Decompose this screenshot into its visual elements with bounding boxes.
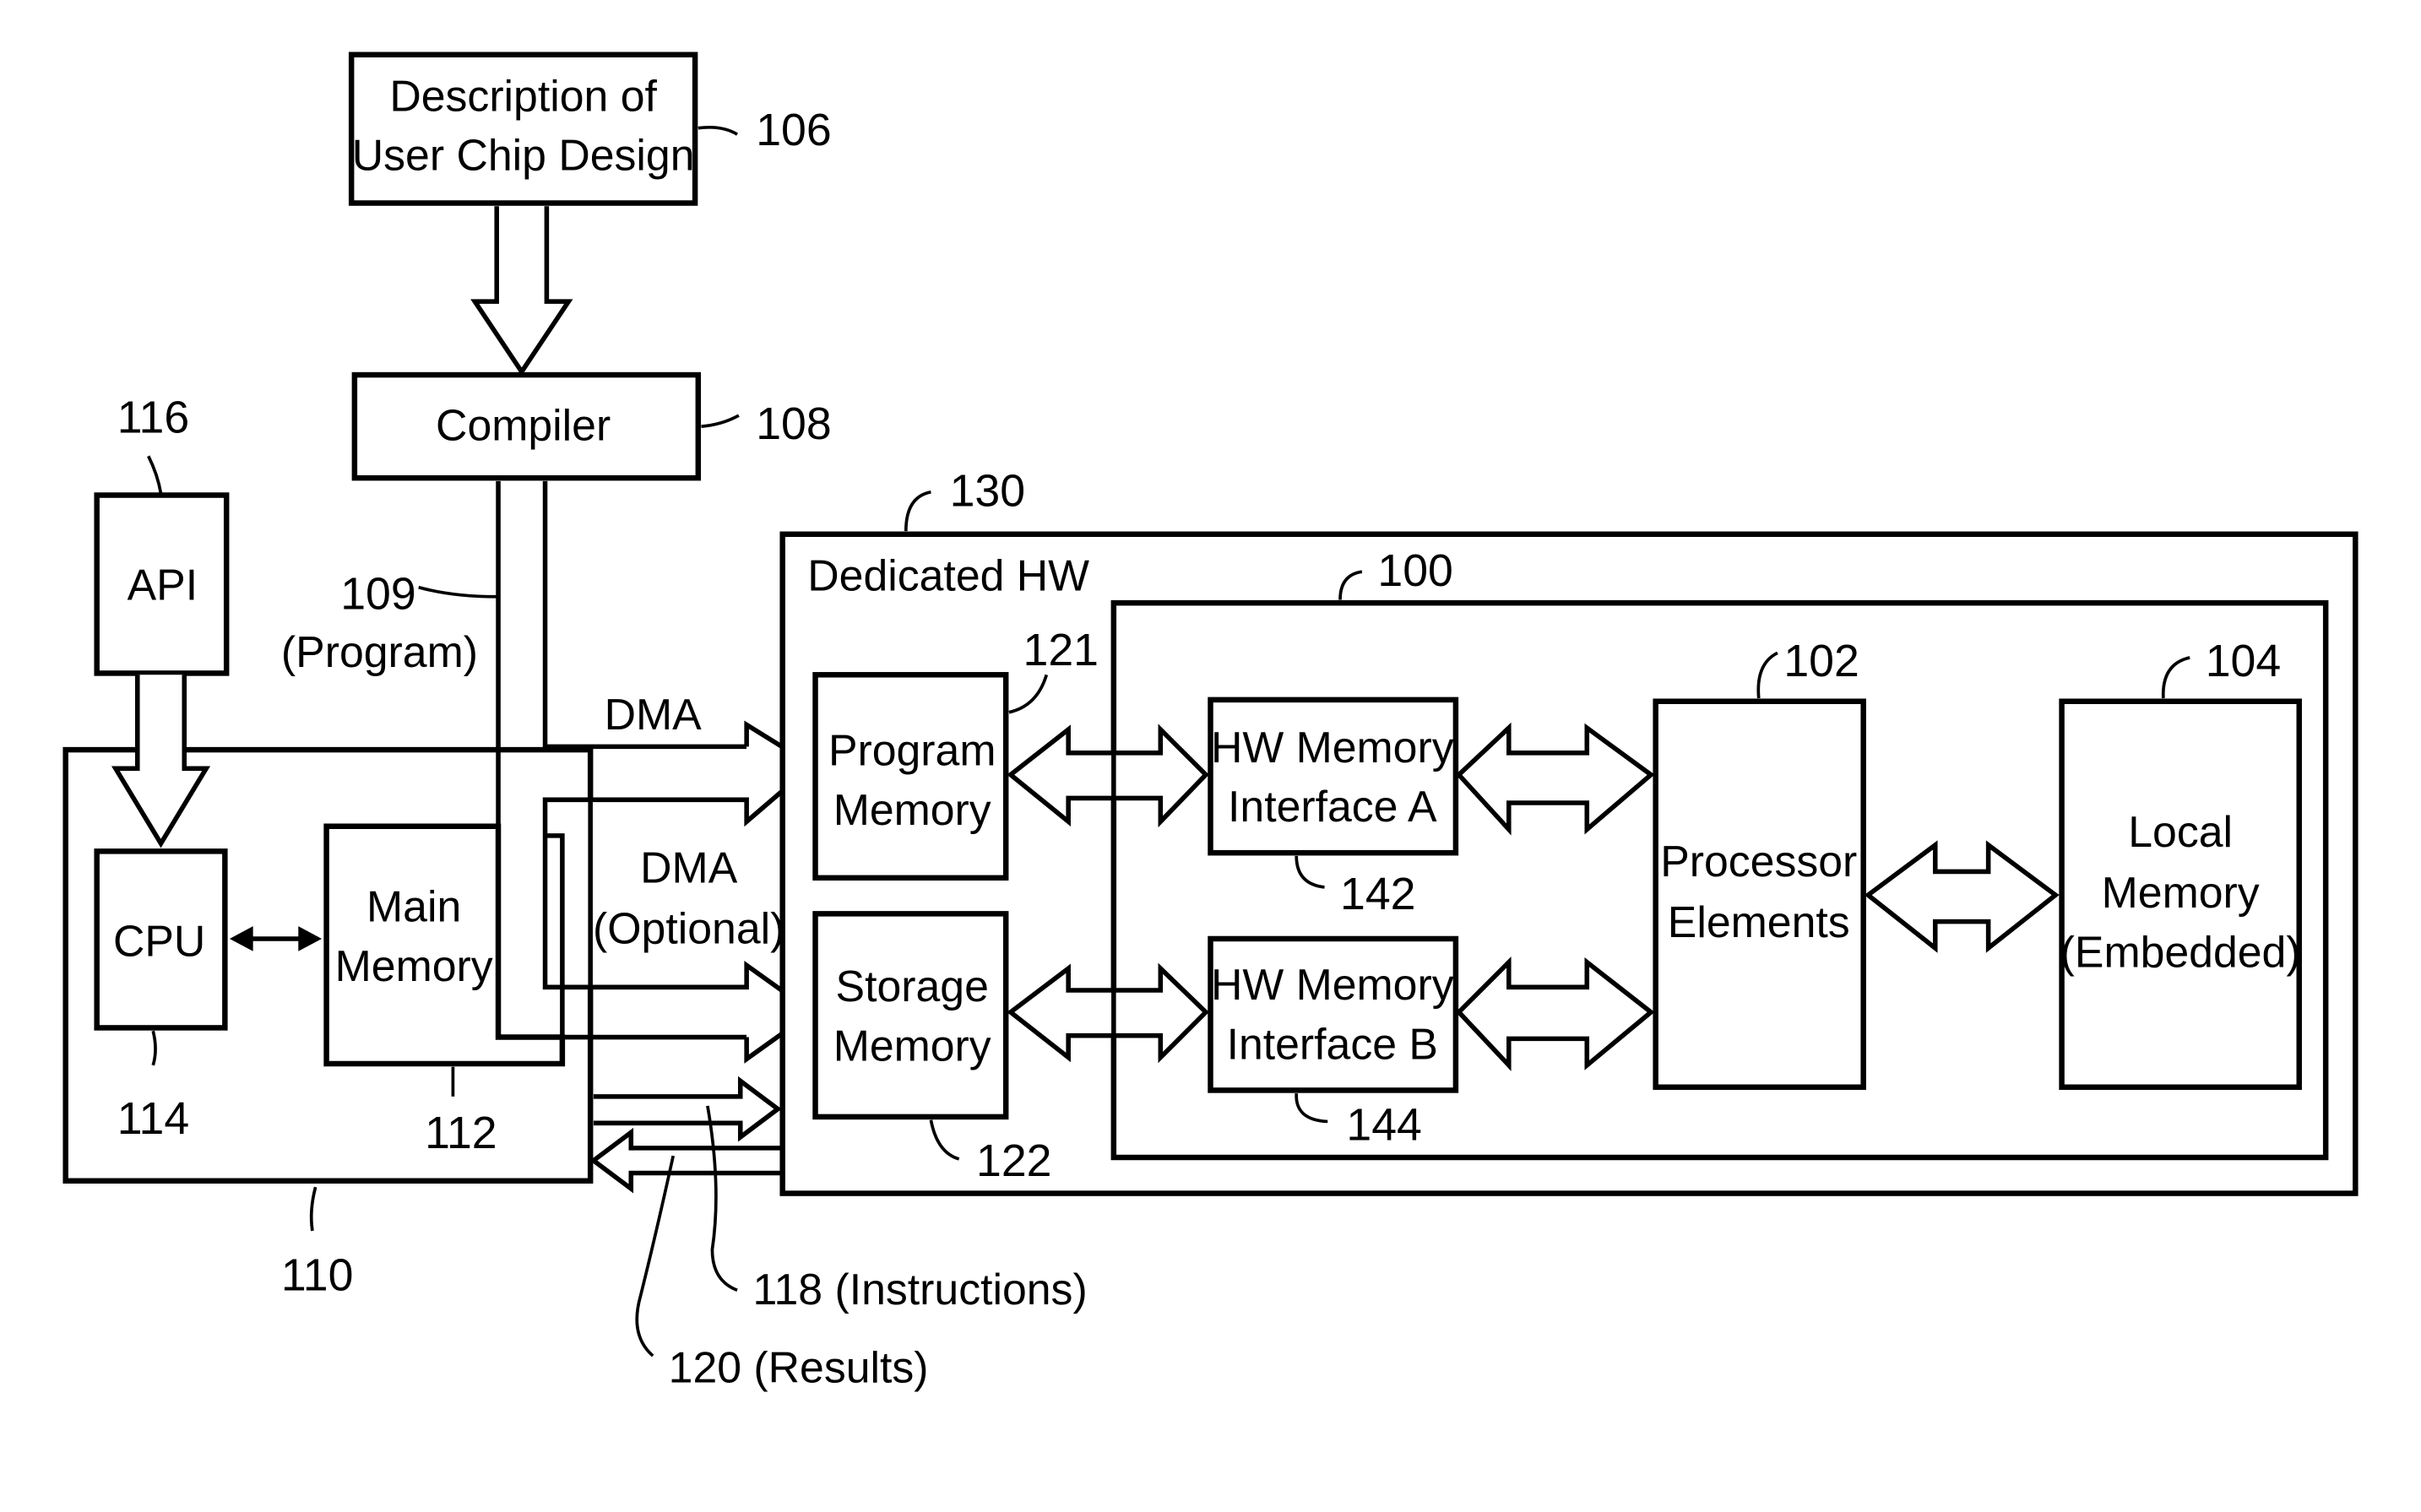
processor-line2: Elements bbox=[1668, 897, 1850, 946]
ref-122: 122 bbox=[976, 1135, 1051, 1186]
ref-leader-118 bbox=[706, 1105, 738, 1293]
hw-a-line1: HW Memory bbox=[1211, 723, 1454, 772]
main-memory-line1: Main bbox=[366, 882, 461, 931]
local-memory-line2: Memory bbox=[2102, 868, 2260, 917]
ref-leader-120 bbox=[635, 1155, 676, 1358]
program-memory-block: Program Memory bbox=[812, 672, 1009, 881]
patent-block-diagram: Description of User Chip Design 106 Comp… bbox=[62, 51, 2359, 1391]
dma-optional-line2: (Optional) bbox=[593, 904, 784, 953]
ref-104: 104 bbox=[2206, 636, 2281, 686]
hw-memory-interface-b-block: HW Memory Interface B bbox=[1208, 935, 1459, 1093]
ref-114: 114 bbox=[117, 1093, 189, 1144]
ref-110: 110 bbox=[281, 1249, 353, 1300]
cpu-block: CPU bbox=[94, 848, 228, 1031]
dma-optional-line1: DMA bbox=[640, 843, 738, 891]
ref-112: 112 bbox=[425, 1108, 497, 1158]
ref-leader-116 bbox=[147, 455, 163, 494]
processor-elements-block: Processor Elements bbox=[1653, 698, 1866, 1090]
ref-121: 121 bbox=[1023, 625, 1099, 675]
instructions-arrow bbox=[593, 1076, 782, 1142]
compiler-label: Compiler bbox=[436, 401, 611, 450]
local-memory-line3: (Embedded) bbox=[2060, 927, 2301, 976]
ref-100: 100 bbox=[1377, 545, 1452, 596]
ref-102: 102 bbox=[1783, 636, 1859, 686]
ref-116: 116 bbox=[117, 393, 189, 443]
results-arrow bbox=[589, 1127, 781, 1194]
program-memory-line1: Program bbox=[828, 726, 996, 775]
ref-leader-106 bbox=[698, 125, 738, 136]
cpu-label: CPU bbox=[113, 916, 205, 965]
api-label: API bbox=[128, 560, 198, 609]
ref-109: 109 bbox=[340, 569, 415, 620]
program-path-label: (Program) bbox=[281, 627, 478, 676]
main-memory-line2: Memory bbox=[335, 941, 493, 990]
compiler-block: Compiler bbox=[351, 371, 702, 481]
ref-130: 130 bbox=[950, 465, 1025, 516]
ref-leader-130 bbox=[904, 490, 931, 532]
local-memory-line1: Local bbox=[2128, 807, 2233, 856]
ref-106: 106 bbox=[756, 105, 831, 155]
ref-108: 108 bbox=[756, 398, 831, 449]
ref-leader-108 bbox=[701, 414, 740, 428]
arrow-description-to-compiler bbox=[470, 206, 573, 377]
storage-memory-block: Storage Memory bbox=[812, 911, 1009, 1120]
program-memory-line2: Memory bbox=[833, 785, 991, 834]
ref-leader-110 bbox=[309, 1186, 318, 1232]
local-memory-block: Local Memory (Embedded) bbox=[2059, 698, 2302, 1090]
ref-144: 144 bbox=[1346, 1100, 1421, 1151]
hw-a-line2: Interface A bbox=[1228, 782, 1437, 831]
storage-memory-line2: Memory bbox=[833, 1021, 991, 1070]
hw-b-line1: HW Memory bbox=[1211, 960, 1454, 1009]
api-block: API bbox=[94, 492, 230, 676]
results-label: 120 (Results) bbox=[669, 1342, 929, 1391]
processor-line1: Processor bbox=[1660, 837, 1857, 886]
ref-142: 142 bbox=[1340, 869, 1415, 919]
instructions-label: 118 (Instructions) bbox=[753, 1265, 1088, 1314]
description-block: Description of User Chip Design bbox=[348, 51, 698, 206]
description-line2: User Chip Design bbox=[352, 131, 695, 180]
description-line1: Description of bbox=[389, 71, 657, 120]
ref-leader-109 bbox=[418, 585, 497, 599]
dma-label: DMA bbox=[605, 690, 703, 739]
hw-memory-interface-a-block: HW Memory Interface A bbox=[1208, 696, 1459, 856]
dedicated-hw-label: Dedicated HW bbox=[807, 550, 1089, 599]
storage-memory-line1: Storage bbox=[836, 962, 989, 1011]
hw-b-line2: Interface B bbox=[1227, 1019, 1438, 1068]
